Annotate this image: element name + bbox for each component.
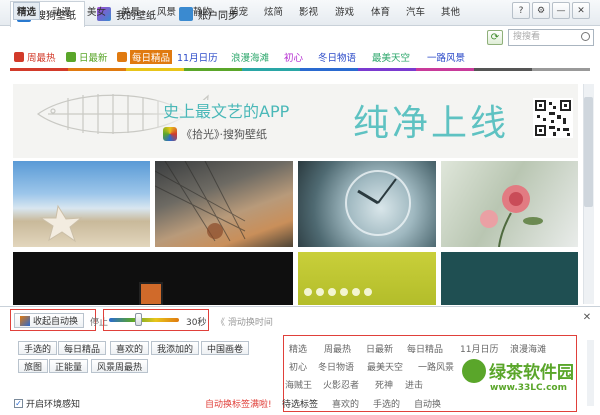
fire-icon xyxy=(14,52,24,62)
banner-app-line: 《拾光》·搜狗壁纸 xyxy=(163,126,267,142)
auto-tag[interactable]: 精选 xyxy=(289,342,307,355)
color-strip xyxy=(10,68,590,71)
source-button[interactable]: 中国画卷 xyxy=(201,341,250,355)
minimize-button[interactable]: — xyxy=(552,2,570,19)
panel-close-icon[interactable]: ✕ xyxy=(581,312,593,324)
auto-switch-icon xyxy=(20,315,30,326)
help-button[interactable]: ? xyxy=(512,2,530,19)
interval-slider-track[interactable] xyxy=(109,318,179,322)
qr-code-icon xyxy=(533,98,573,138)
interval-slider-handle[interactable] xyxy=(135,313,143,326)
star-icon xyxy=(117,52,127,62)
auto-tag[interactable]: 周最热 xyxy=(324,342,351,355)
source-button[interactable]: 旅图 xyxy=(18,359,49,373)
tag-item[interactable]: 每日精品 xyxy=(117,50,173,64)
category-item[interactable]: 美女 xyxy=(87,4,106,18)
auto-tag[interactable]: 日最新 xyxy=(366,342,393,355)
env-awareness-checkbox[interactable]: ✓ 开启环境感知 xyxy=(14,397,80,410)
wallpaper-thumbnail-green[interactable] xyxy=(298,252,436,305)
auto-tag[interactable]: 浪漫海滩 xyxy=(510,342,546,355)
wallpaper-thumbnail-teal[interactable] xyxy=(441,252,578,305)
auto-tag[interactable]: 进击 xyxy=(405,378,423,391)
shiguang-logo-icon xyxy=(163,127,177,141)
checkbox-checked-icon: ✓ xyxy=(14,399,23,408)
wallpaper-thumbnail-rose[interactable] xyxy=(441,161,578,247)
auto-tag[interactable]: 海贼王 xyxy=(285,378,312,391)
new-icon xyxy=(66,52,76,62)
tag-item[interactable]: 11月日历 xyxy=(177,50,218,64)
wallpaper-thumbnail-starfish[interactable] xyxy=(13,161,150,247)
tag-item[interactable]: 浪漫海滩 xyxy=(231,50,269,64)
category-item[interactable]: 萌宠 xyxy=(229,4,248,18)
source-button[interactable]: 每日精品 xyxy=(58,341,107,355)
source-button[interactable]: 正能量 xyxy=(49,359,89,373)
wallpaper-thumbnail-dark[interactable] xyxy=(13,252,293,305)
starfish-shape xyxy=(39,204,83,243)
watermark-url: www.33LC.com xyxy=(490,383,567,393)
dot-row xyxy=(304,288,372,296)
category-item[interactable]: 炫简 xyxy=(264,4,283,18)
category-item[interactable]: 精选 xyxy=(13,2,41,20)
category-item[interactable]: 美景 xyxy=(121,4,140,18)
auto-tag[interactable]: 一路风景 xyxy=(418,360,454,373)
settings-button[interactable]: ⚙ xyxy=(532,2,550,19)
source-button[interactable]: 我添加的 xyxy=(151,341,200,355)
interval-value: 30秒 xyxy=(186,318,207,328)
category-item[interactable]: 游戏 xyxy=(335,4,354,18)
switch-time-hint: 《 滑动换时间 xyxy=(216,318,273,328)
auto-tag[interactable]: 冬日物语 xyxy=(318,360,354,373)
watermark: 绿茶软件园 xyxy=(462,358,574,383)
auto-tag[interactable]: 手选的 xyxy=(373,397,400,410)
auto-tag[interactable]: 喜欢的 xyxy=(332,397,359,410)
tags-scrollbar[interactable] xyxy=(587,340,594,406)
wallpaper-thumbnail-fence[interactable] xyxy=(155,161,293,247)
auto-tag[interactable]: 11月日历 xyxy=(460,342,498,355)
collapse-auto-switch-button[interactable]: 收起自动换 xyxy=(14,313,85,328)
category-item[interactable]: 风景 xyxy=(157,4,176,18)
auto-tag[interactable]: 每日精品 xyxy=(407,342,443,355)
tag-item[interactable]: 一路风景 xyxy=(427,50,465,64)
source-button[interactable]: 喜欢的 xyxy=(110,341,150,355)
tag-item[interactable]: 日最新 xyxy=(66,50,108,64)
tag-item[interactable]: 冬日物语 xyxy=(318,50,356,64)
promo-banner[interactable]: 史上最文艺的APP 《拾光》·搜狗壁纸 纯净上线 xyxy=(13,84,578,158)
auto-tag[interactable]: 火影忍者 xyxy=(323,378,359,391)
fence-lines xyxy=(155,161,246,242)
search-input[interactable]: 搜搜看 xyxy=(508,29,594,46)
search-icon[interactable] xyxy=(581,32,590,41)
source-button[interactable]: 风景周最热 xyxy=(91,359,149,373)
tag-item[interactable]: 最美天空 xyxy=(372,50,410,64)
refresh-icon[interactable]: ⟳ xyxy=(487,30,503,45)
source-button[interactable]: 手选的 xyxy=(18,341,58,355)
category-item[interactable]: 体育 xyxy=(371,4,390,18)
category-item[interactable]: 汽车 xyxy=(406,4,425,18)
tag-item[interactable]: 初心 xyxy=(284,50,303,64)
auto-switch-full-note: 自动换标签满啦! xyxy=(205,400,272,410)
category-item[interactable]: 影视 xyxy=(299,4,318,18)
clock-face xyxy=(345,170,411,236)
leaf-logo-icon xyxy=(462,358,486,383)
auto-tag[interactable]: 自动换 xyxy=(414,397,441,410)
category-item[interactable]: 静物 xyxy=(193,4,212,18)
banner-slogan: 纯净上线 xyxy=(353,103,510,144)
category-item[interactable]: 动漫 xyxy=(52,4,71,18)
auto-tag[interactable]: 最美天空 xyxy=(367,360,403,373)
close-button[interactable]: ✕ xyxy=(572,2,590,19)
banner-headline: 史上最文艺的APP xyxy=(163,102,290,121)
rose-flowers xyxy=(480,185,543,247)
wallpaper-thumbnail-clock[interactable] xyxy=(298,161,436,247)
tag-item[interactable]: 周最热 xyxy=(14,50,56,64)
scrollbar-thumb[interactable] xyxy=(584,97,593,207)
lamp-shape xyxy=(139,282,163,305)
account-sync-icon xyxy=(179,7,193,21)
auto-tag[interactable]: 待选标签 xyxy=(282,397,318,410)
auto-tag[interactable]: 死神 xyxy=(375,378,393,391)
auto-tag[interactable]: 初心 xyxy=(289,360,307,373)
category-item[interactable]: 其他 xyxy=(441,4,460,18)
